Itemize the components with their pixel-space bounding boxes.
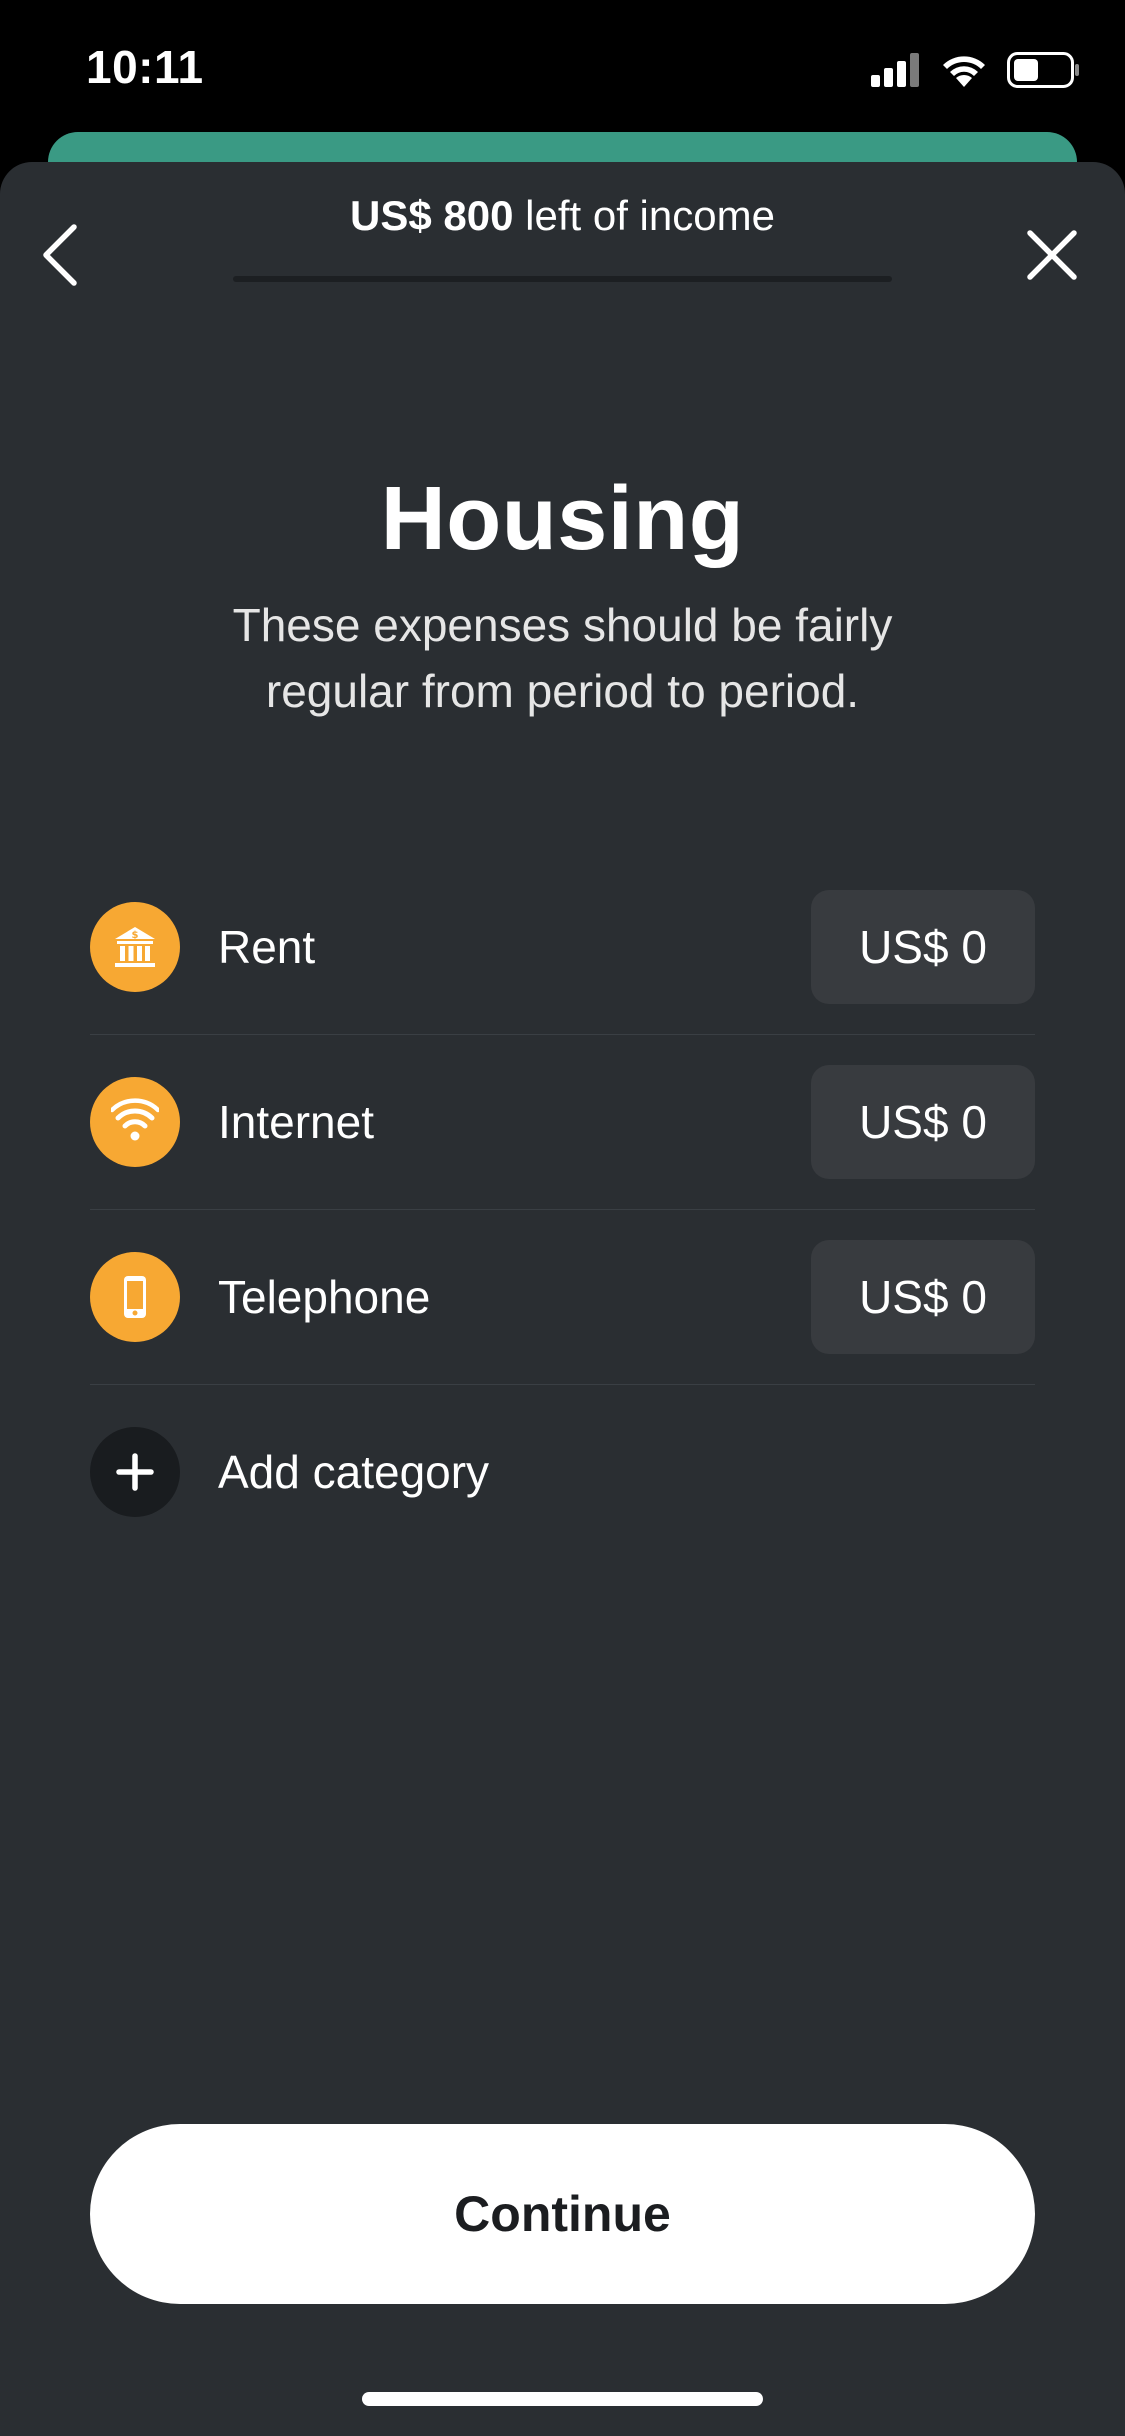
income-progress-track [233,276,892,282]
category-label-telephone: Telephone [218,1271,431,1323]
category-label-rent: Rent [218,921,316,973]
income-remaining: US$ 800 left of income [0,192,1125,240]
category-list: $ Rent US$ 0 Internet US$ 0 Telephone US… [90,860,1035,1559]
phone-icon [90,1252,180,1342]
add-category-label: Add category [218,1446,490,1498]
status-icons [871,50,1081,94]
income-remaining-amount: US$ 800 [350,192,514,239]
status-bar: 10:11 [0,0,1125,140]
continue-button[interactable]: Continue [90,2124,1035,2304]
amount-input-internet[interactable]: US$ 0 [811,1065,1035,1179]
screen: 10:11 US$ 800 left of income Housing The… [0,0,1125,2436]
category-row-internet[interactable]: Internet US$ 0 [90,1035,1035,1210]
amount-input-rent[interactable]: US$ 0 [811,890,1035,1004]
close-button[interactable] [1007,212,1097,302]
wifi-icon [90,1077,180,1167]
wifi-icon [941,53,987,92]
plus-icon [90,1427,180,1517]
budget-sheet: US$ 800 left of income Housing These exp… [0,162,1125,2436]
cellular-signal-icon [871,52,921,92]
category-label-internet: Internet [218,1096,374,1148]
page-title: Housing [380,469,745,569]
svg-text:$: $ [132,930,139,941]
category-row-telephone[interactable]: Telephone US$ 0 [90,1210,1035,1385]
battery-icon [1007,51,1081,93]
status-time: 10:11 [86,41,204,93]
bank-icon: $ [90,902,180,992]
close-icon [1026,229,1078,286]
amount-input-telephone[interactable]: US$ 0 [811,1240,1035,1354]
page-subtitle: These expenses should be fairly regular … [232,599,893,717]
category-row-rent[interactable]: $ Rent US$ 0 [90,860,1035,1035]
income-remaining-suffix: left of income [513,192,775,239]
home-indicator [362,2392,763,2406]
add-category-button[interactable]: Add category [90,1385,1035,1559]
